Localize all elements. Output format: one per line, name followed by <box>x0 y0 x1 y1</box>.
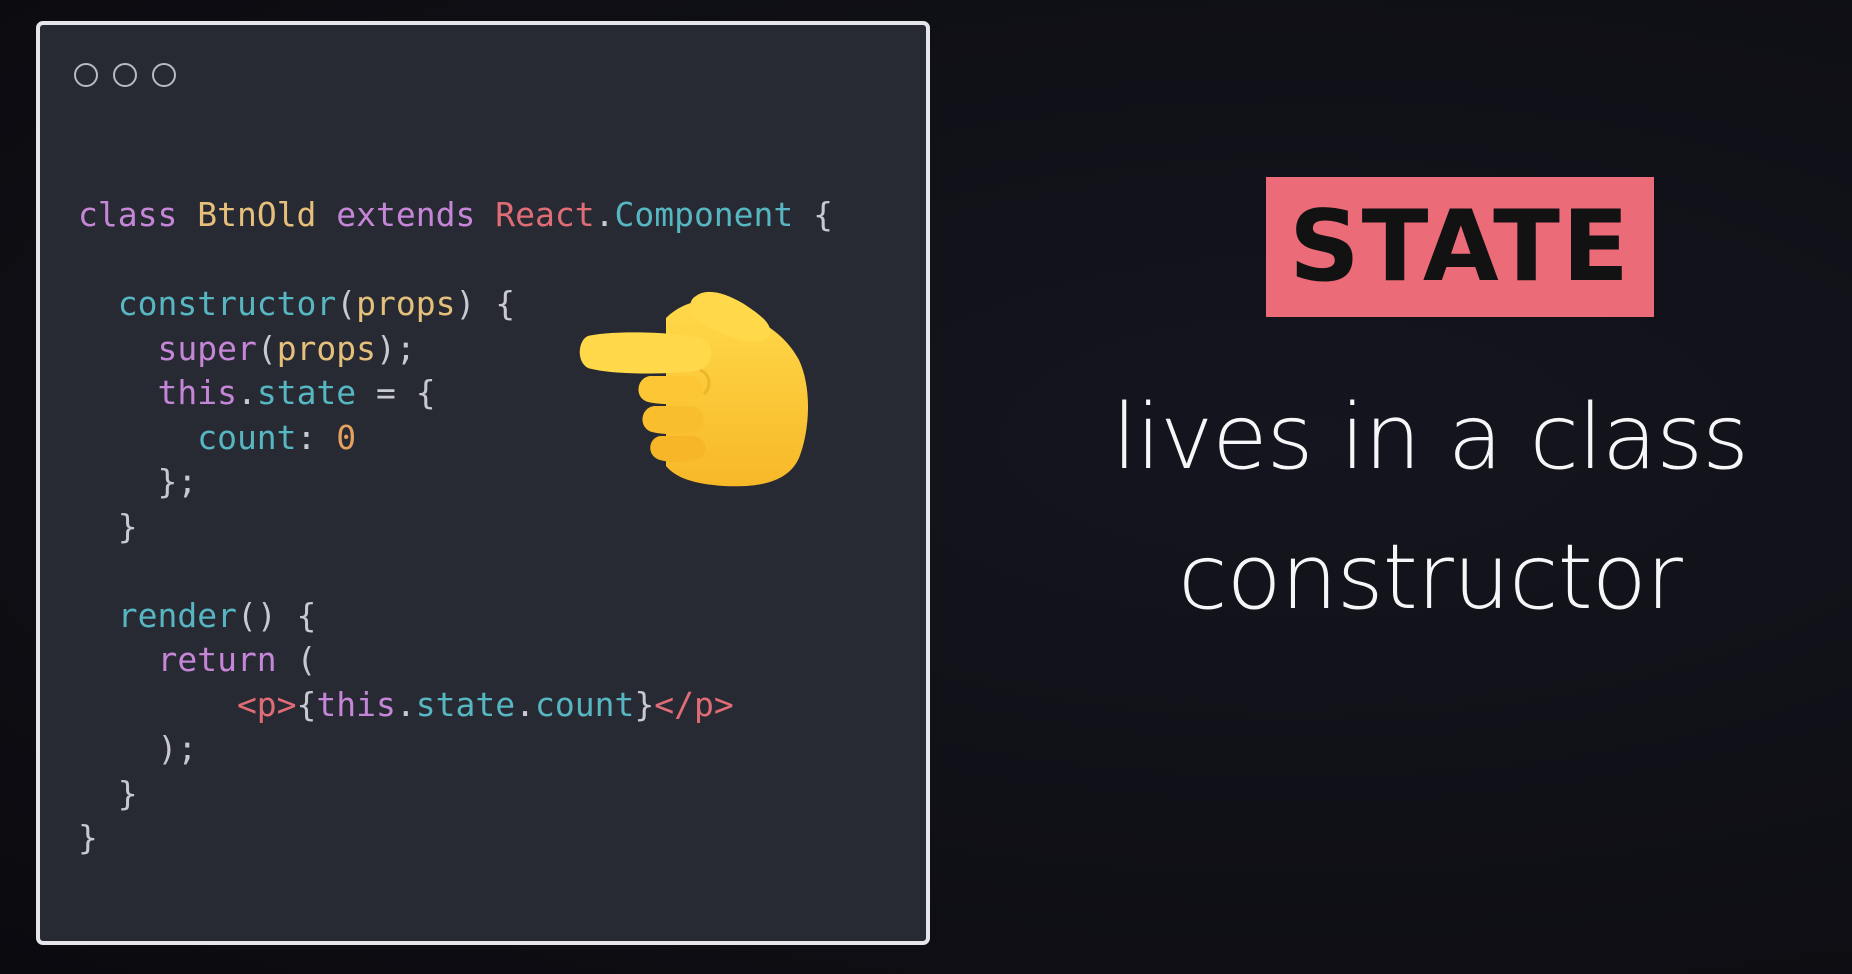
code-token: () { <box>236 595 317 635</box>
code-token: 0 <box>336 417 357 457</box>
code-token: { <box>813 195 834 234</box>
window-control-close[interactable] <box>74 63 98 87</box>
window-control-minimize[interactable] <box>113 63 137 87</box>
code-token: ( <box>336 284 357 323</box>
code-token: class <box>78 195 198 234</box>
caption-line-1: lives in a class <box>1112 385 1749 490</box>
code-token: this <box>316 684 396 724</box>
code-line: class BtnOld extends React.Component { <box>78 193 833 238</box>
badge-label: STATE <box>1289 190 1631 304</box>
code-token: } <box>78 773 138 813</box>
code-line: } <box>78 816 833 861</box>
code-token: }; <box>78 462 198 501</box>
code-token: state <box>256 373 377 412</box>
code-token: } <box>78 506 138 546</box>
code-token: constructor <box>78 284 337 323</box>
caption: lives in a class constructor <box>1050 368 1810 648</box>
code-token: ( <box>296 640 317 679</box>
code-token: : <box>296 417 337 457</box>
window-control-maximize[interactable] <box>152 63 176 87</box>
code-token: } <box>78 818 98 857</box>
code-token: . <box>395 684 416 724</box>
code-token: extends <box>336 195 496 234</box>
code-token: . <box>594 195 615 234</box>
code-token: ) { <box>455 284 516 323</box>
code-token: <p> <box>78 684 297 724</box>
code-line: } <box>78 505 833 550</box>
code-token: ( <box>256 328 277 368</box>
code-line: render() { <box>78 594 833 639</box>
code-token: count <box>78 417 297 457</box>
code-line: } <box>78 772 833 817</box>
code-token: props <box>356 284 456 323</box>
code-token: ); <box>78 729 198 768</box>
window-controls <box>74 63 176 87</box>
code-line: ); <box>78 727 833 772</box>
code-token: </p> <box>654 684 734 724</box>
code-token: Component <box>614 195 814 234</box>
code-token: { <box>296 684 317 724</box>
code-token: = { <box>376 373 436 412</box>
code-token: render <box>78 595 237 635</box>
code-line: return ( <box>78 638 833 683</box>
code-token: super <box>78 328 257 368</box>
code-token: return <box>78 640 297 679</box>
code-token: BtnOld <box>197 195 337 234</box>
code-token: } <box>634 684 655 724</box>
code-token: count <box>535 684 635 724</box>
code-token: state <box>415 684 516 724</box>
state-badge: STATE <box>1266 177 1654 317</box>
code-token: this <box>78 373 237 412</box>
caption-line-2: constructor <box>1178 525 1683 630</box>
code-token: . <box>515 684 535 724</box>
code-token: ); <box>376 328 416 368</box>
code-token: props <box>276 328 377 368</box>
code-token: . <box>236 373 257 412</box>
code-token: React <box>495 195 595 234</box>
pointing-hand-icon <box>579 291 809 487</box>
code-line: <p>{this.state.count}</p> <box>78 683 833 728</box>
slide: class BtnOld extends React.Component { c… <box>0 0 1852 974</box>
